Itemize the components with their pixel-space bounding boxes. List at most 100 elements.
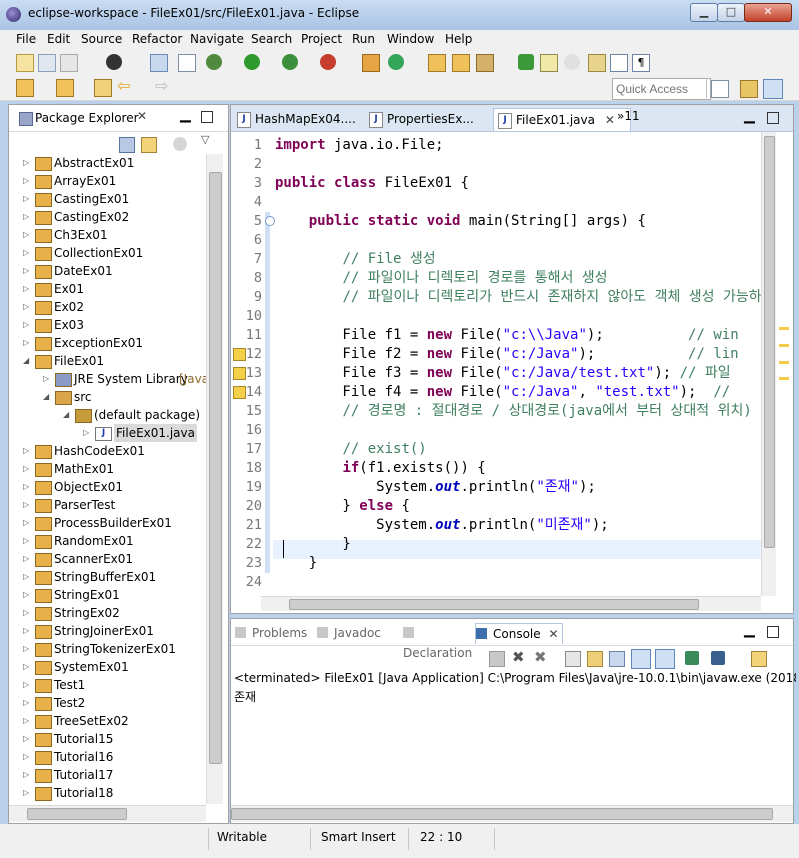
collapsed-twisty-icon[interactable]: ▷ bbox=[23, 694, 32, 712]
editor-tab-overflow[interactable]: »11 bbox=[617, 109, 640, 123]
tree-scrollbar-thumb[interactable] bbox=[209, 172, 222, 764]
collapsed-twisty-icon[interactable]: ▷ bbox=[23, 244, 32, 262]
console-tab-declaration[interactable]: Declaration bbox=[403, 623, 473, 660]
collapsed-twisty-icon[interactable]: ▷ bbox=[23, 604, 32, 622]
warning-icon[interactable] bbox=[233, 348, 246, 361]
word-wrap-console-icon[interactable] bbox=[609, 651, 625, 667]
menu-edit[interactable]: Edit bbox=[47, 32, 70, 46]
close-button[interactable]: ✕ bbox=[744, 3, 792, 22]
next-annotation-icon[interactable] bbox=[16, 79, 34, 97]
warning-marker[interactable] bbox=[779, 361, 789, 364]
collapsed-twisty-icon[interactable]: ▷ bbox=[23, 640, 32, 658]
back-arrow-icon[interactable]: ⇦ bbox=[117, 76, 130, 95]
new-class-icon[interactable] bbox=[388, 54, 404, 70]
menu-refactor[interactable]: Refactor bbox=[132, 32, 182, 46]
minimize-view-icon[interactable]: ▁ bbox=[744, 108, 755, 124]
menu-file[interactable]: File bbox=[16, 32, 36, 46]
collapsed-twisty-icon[interactable]: ▷ bbox=[23, 280, 32, 298]
collapsed-twisty-icon[interactable]: ▷ bbox=[23, 316, 32, 334]
open-console-dropdown-icon[interactable] bbox=[751, 651, 767, 667]
toggle-ant-icon[interactable] bbox=[518, 54, 534, 70]
collapsed-twisty-icon[interactable]: ▷ bbox=[23, 442, 32, 460]
menu-source[interactable]: Source bbox=[81, 32, 122, 46]
collapsed-twisty-icon[interactable]: ▷ bbox=[23, 226, 32, 244]
expanded-twisty-icon[interactable]: ◢ bbox=[63, 406, 72, 424]
warning-marker[interactable] bbox=[779, 327, 789, 330]
mark-occurrences-icon[interactable] bbox=[540, 54, 558, 72]
maximize-button[interactable]: □ bbox=[717, 3, 745, 22]
collapsed-twisty-icon[interactable]: ▷ bbox=[23, 568, 32, 586]
coverage-icon[interactable] bbox=[282, 54, 298, 70]
collapse-all-icon[interactable] bbox=[119, 137, 135, 153]
console-tab-console[interactable]: Console ✕ bbox=[475, 623, 563, 644]
new-java-project-icon[interactable] bbox=[362, 54, 380, 72]
remove-launch-icon[interactable]: ✖ bbox=[512, 648, 525, 666]
editor-vscrollbar[interactable] bbox=[761, 132, 776, 596]
remove-all-launches-icon[interactable]: ✖ bbox=[534, 648, 547, 666]
word-wrap-icon[interactable] bbox=[610, 54, 628, 72]
profile-icon[interactable] bbox=[106, 54, 122, 70]
collapsed-twisty-icon[interactable]: ▷ bbox=[23, 478, 32, 496]
show-on-stdout-icon[interactable] bbox=[631, 649, 651, 669]
fold-collapse-icon[interactable] bbox=[265, 216, 275, 226]
focus-icon[interactable] bbox=[173, 137, 187, 151]
collapsed-twisty-icon[interactable]: ▷ bbox=[23, 262, 32, 280]
editor-hscrollbar[interactable] bbox=[261, 596, 761, 611]
menu-navigate[interactable]: Navigate bbox=[190, 32, 244, 46]
editor-tab-1[interactable]: J HashMapEx04.... bbox=[233, 108, 383, 130]
editor-hscrollbar-thumb[interactable] bbox=[289, 599, 699, 610]
editor-vscrollbar-thumb[interactable] bbox=[764, 136, 775, 548]
editor-tab-2[interactable]: J PropertiesEx... bbox=[365, 108, 511, 130]
menu-help[interactable]: Help bbox=[445, 32, 472, 46]
console-tab-javadoc[interactable]: Javadoc bbox=[317, 623, 397, 643]
maximize-view-icon[interactable] bbox=[201, 111, 213, 123]
menu-search[interactable]: Search bbox=[251, 32, 292, 46]
tree-hscrollbar[interactable] bbox=[9, 805, 206, 822]
external-tools-icon[interactable] bbox=[320, 54, 336, 70]
quick-access-input[interactable] bbox=[612, 78, 711, 100]
minimize-button[interactable]: ▁ bbox=[690, 3, 718, 22]
collapsed-twisty-icon[interactable]: ▷ bbox=[23, 172, 32, 190]
show-whitespace-icon[interactable] bbox=[588, 54, 606, 72]
maximize-view-icon[interactable] bbox=[767, 112, 779, 124]
last-edit-location-icon[interactable] bbox=[94, 79, 112, 97]
expanded-twisty-icon[interactable]: ◢ bbox=[23, 352, 32, 370]
collapsed-twisty-icon[interactable]: ▷ bbox=[23, 154, 32, 172]
minimize-view-icon[interactable]: ▁ bbox=[180, 107, 191, 123]
collapsed-twisty-icon[interactable]: ▷ bbox=[23, 784, 32, 802]
collapsed-twisty-icon[interactable]: ▷ bbox=[23, 658, 32, 676]
scroll-lock-icon[interactable] bbox=[587, 651, 603, 667]
collapsed-twisty-icon[interactable]: ▷ bbox=[23, 748, 32, 766]
collapsed-twisty-icon[interactable]: ▷ bbox=[43, 370, 52, 388]
forward-arrow-icon[interactable]: ⇨ bbox=[155, 76, 168, 95]
tree-scrollbar[interactable] bbox=[206, 154, 223, 804]
java-perspective-icon[interactable] bbox=[763, 79, 783, 99]
collapsed-twisty-icon[interactable]: ▷ bbox=[23, 766, 32, 784]
collapsed-twisty-icon[interactable]: ▷ bbox=[23, 676, 32, 694]
view-menu-icon[interactable]: ▽ bbox=[201, 133, 209, 146]
code-editor[interactable]: 1 import java.io.File; 2 3 public class File… bbox=[231, 132, 793, 600]
warning-icon[interactable] bbox=[233, 386, 246, 399]
open-task-icon[interactable] bbox=[452, 54, 470, 72]
open-console-icon[interactable] bbox=[150, 54, 168, 72]
collapsed-twisty-icon[interactable]: ▷ bbox=[23, 586, 32, 604]
warning-icon[interactable] bbox=[233, 367, 246, 380]
console-hscrollbar-thumb[interactable] bbox=[231, 808, 773, 820]
warning-marker[interactable] bbox=[779, 344, 789, 347]
java-ee-perspective-icon[interactable] bbox=[740, 80, 758, 98]
collapsed-twisty-icon[interactable]: ▷ bbox=[23, 460, 32, 478]
previous-annotation-icon[interactable] bbox=[56, 79, 74, 97]
package-explorer-tab[interactable]: Package Explorer ✕ bbox=[11, 107, 161, 129]
tree-hscrollbar-thumb[interactable] bbox=[27, 808, 127, 820]
skip-breakpoints-icon[interactable] bbox=[178, 54, 196, 72]
collapsed-twisty-icon[interactable]: ▷ bbox=[23, 550, 32, 568]
minimize-view-icon[interactable]: ▁ bbox=[744, 622, 755, 638]
terminate-icon[interactable] bbox=[489, 651, 505, 667]
collapsed-twisty-icon[interactable]: ▷ bbox=[83, 424, 92, 442]
collapsed-twisty-icon[interactable]: ▷ bbox=[23, 334, 32, 352]
maximize-view-icon[interactable] bbox=[767, 626, 779, 638]
new-icon[interactable] bbox=[16, 54, 34, 72]
display-console-icon[interactable] bbox=[711, 651, 725, 665]
pin-console-icon[interactable] bbox=[685, 651, 699, 665]
collapsed-twisty-icon[interactable]: ▷ bbox=[23, 298, 32, 316]
